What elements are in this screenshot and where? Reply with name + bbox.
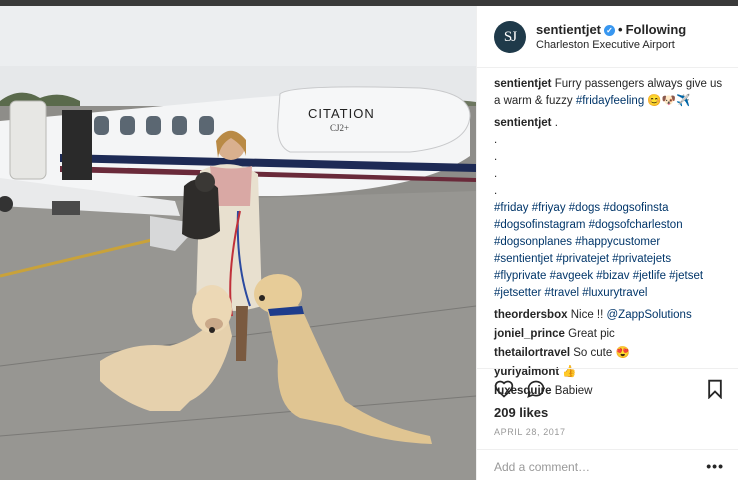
- comment-icon[interactable]: [526, 379, 546, 399]
- post-sidebar: SJ sentientjet ✓ • Following Charleston Exe…: [476, 6, 738, 480]
- comment-text: Nice !!: [570, 309, 607, 321]
- hashtag-line[interactable]: #dogsonplanes #happycustomer: [494, 234, 730, 251]
- comment-item: thetailortravel So cute 😍: [494, 345, 730, 362]
- caption-username[interactable]: sentientjet: [494, 78, 552, 90]
- aircraft-lettering: CITATION: [308, 106, 375, 121]
- bookmark-icon[interactable]: [706, 379, 724, 399]
- add-comment-input[interactable]: Add a comment…: [494, 460, 590, 474]
- caption-dot: .: [494, 168, 498, 180]
- caption-second-username[interactable]: sentientjet: [494, 117, 552, 129]
- comment-mention[interactable]: @ZappSolutions: [607, 309, 692, 321]
- comment-text: So cute 😍: [573, 347, 630, 359]
- post-actions: 209 likes APRIL 28, 2017 Add a comment… …: [477, 368, 738, 479]
- more-options-button[interactable]: •••: [706, 458, 724, 474]
- add-comment-bar: Add a comment… •••: [477, 449, 738, 480]
- comment-item: joniel_prince Great pic: [494, 326, 730, 343]
- caption: sentientjet Furry passengers always give…: [494, 76, 730, 110]
- comment-text: Great pic: [568, 328, 615, 340]
- avatar[interactable]: SJ: [494, 21, 526, 53]
- post-photo[interactable]: CITATION CJ2+: [0, 6, 476, 480]
- username-row: sentientjet ✓ • Following: [536, 22, 686, 37]
- post-header: SJ sentientjet ✓ • Following Charleston Exe…: [477, 6, 738, 68]
- caption-second-text: .: [554, 117, 558, 129]
- caption-dot: .: [494, 134, 498, 146]
- caption-dot: .: [494, 151, 498, 163]
- comment-username[interactable]: thetailortravel: [494, 347, 570, 359]
- comment-username[interactable]: theordersbox: [494, 309, 568, 321]
- post-date: APRIL 28, 2017: [494, 427, 566, 437]
- verified-badge-icon: ✓: [604, 25, 616, 36]
- likes-count[interactable]: 209 likes: [494, 405, 548, 420]
- hashtag-line[interactable]: #flyprivate #avgeek #bizav #jetlife #jet…: [494, 268, 730, 285]
- caption-emoji: 😊🐶✈️: [647, 95, 691, 107]
- photo-illustration: CITATION CJ2+: [0, 6, 476, 480]
- caption-dot: .: [494, 185, 498, 197]
- caption-hashtag[interactable]: #fridayfeeling: [576, 95, 644, 107]
- hashtag-line[interactable]: #dogsofinstagram #dogsofcharleston: [494, 217, 730, 234]
- following-button[interactable]: Following: [626, 22, 687, 37]
- comment-item: theordersbox Nice !! @ZappSolutions: [494, 307, 730, 324]
- hashtag-line[interactable]: #sentientjet #privatejet #privatejets: [494, 251, 730, 268]
- comment-username[interactable]: joniel_prince: [494, 328, 565, 340]
- location-link[interactable]: Charleston Executive Airport: [536, 39, 675, 51]
- comments-list: sentientjet Furry passengers always give…: [494, 76, 730, 400]
- hashtag-line[interactable]: #jetsetter #travel #luxurytravel: [494, 285, 730, 302]
- aircraft-lettering-model: CJ2+: [330, 123, 349, 133]
- hashtag-line[interactable]: #friday #friyay #dogs #dogsofinsta: [494, 200, 730, 217]
- heart-icon[interactable]: [494, 379, 514, 399]
- username-link[interactable]: sentientjet: [536, 22, 601, 37]
- caption-second: sentientjet .: [494, 115, 730, 132]
- separator-dot: •: [618, 22, 623, 37]
